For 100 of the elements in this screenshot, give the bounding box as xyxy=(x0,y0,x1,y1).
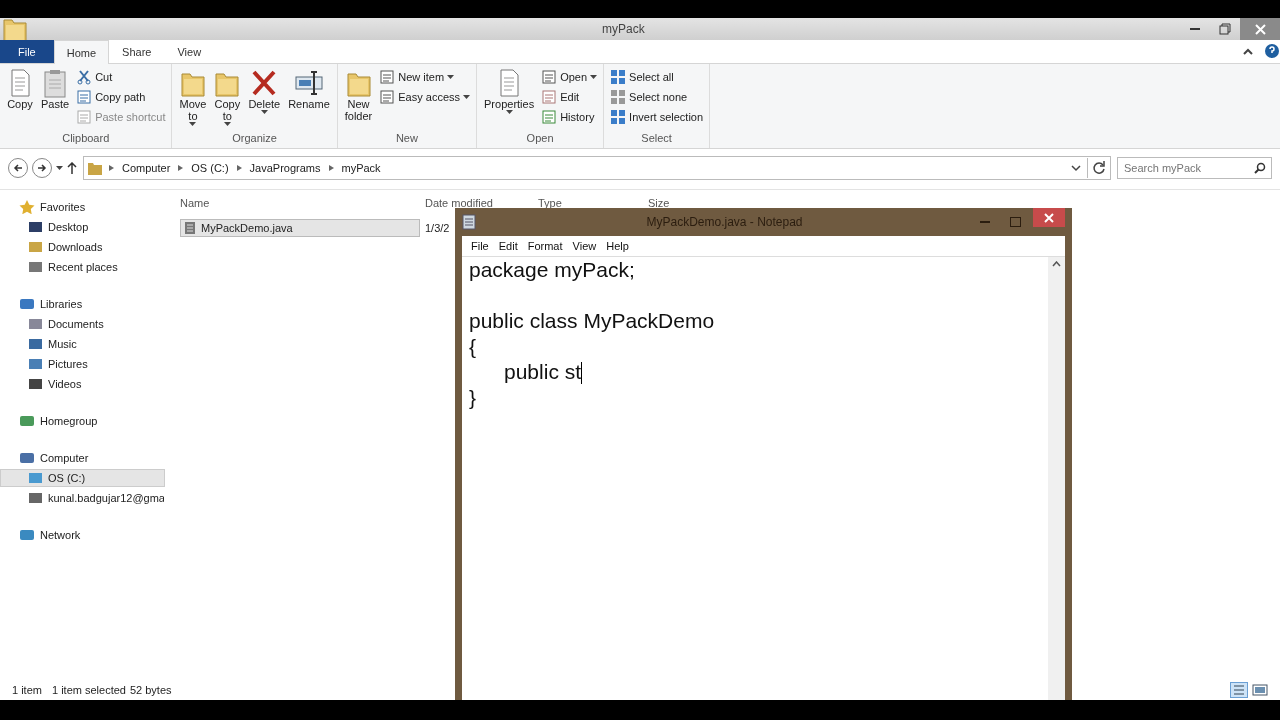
new-item-icon xyxy=(379,69,396,85)
ribbon-button[interactable]: Cut xyxy=(74,68,168,86)
ribbon-button[interactable]: Copy to xyxy=(211,66,244,132)
ribbon-button[interactable]: Delete xyxy=(245,66,284,132)
search-field[interactable]: Search myPack xyxy=(1117,157,1272,179)
notepad-icon xyxy=(462,214,476,230)
breadcrumb-item[interactable]: Computer xyxy=(120,162,173,174)
chevron-icon xyxy=(236,165,242,171)
folder-icon xyxy=(87,160,103,176)
item-count: 1 item xyxy=(12,684,42,696)
nav-item[interactable]: Network xyxy=(0,526,165,544)
file-menu-tab[interactable]: File xyxy=(0,40,54,63)
nav-icon xyxy=(19,451,35,465)
ribbon-button[interactable]: New item xyxy=(377,68,473,86)
nav-item[interactable]: Libraries xyxy=(0,295,165,313)
group-label: Select xyxy=(640,132,673,146)
nav-item[interactable]: kunal.badgujar12@gma xyxy=(0,489,165,507)
ribbon-button[interactable]: Paste xyxy=(38,66,73,132)
caret-icon xyxy=(223,122,231,126)
nav-icon xyxy=(19,528,35,542)
nav-icon xyxy=(28,357,43,371)
ribbon-button[interactable]: Edit xyxy=(539,88,600,106)
nav-item[interactable]: Downloads xyxy=(0,238,165,256)
nav-item[interactable]: Documents xyxy=(0,315,165,333)
scrollbar[interactable] xyxy=(1048,257,1065,700)
selection-size: 52 bytes xyxy=(129,684,172,696)
notepad-title: MyPackDemo.java - Notepad xyxy=(645,215,804,229)
select-none-icon xyxy=(610,89,627,105)
close-button[interactable] xyxy=(1033,208,1065,227)
file-row[interactable]: MyPackDemo.java xyxy=(180,219,420,237)
breadcrumb-item[interactable]: JavaPrograms xyxy=(247,162,323,174)
column-header[interactable]: Size xyxy=(648,197,708,209)
close-icon xyxy=(1254,23,1266,35)
column-header[interactable]: Name xyxy=(180,197,425,209)
chevron-icon xyxy=(109,165,114,171)
breadcrumb-item[interactable]: OS (C:) xyxy=(189,162,231,174)
nav-item[interactable]: Recent places xyxy=(0,258,165,276)
group-label: Organize xyxy=(231,132,278,146)
menu-item[interactable]: Help xyxy=(601,240,634,252)
nav-icon xyxy=(19,297,35,311)
selection-count: 1 item selected xyxy=(51,684,126,696)
back-button[interactable] xyxy=(8,158,28,178)
paste-shortcut-icon xyxy=(76,109,93,125)
ribbon-tab[interactable]: Home xyxy=(53,40,110,64)
dropdown-icon[interactable] xyxy=(1071,164,1081,172)
ribbon-tab[interactable]: View xyxy=(164,40,215,63)
ribbon-button[interactable]: Move to xyxy=(176,66,210,132)
large-icons-view-icon[interactable] xyxy=(1252,682,1268,698)
caret-icon xyxy=(447,75,455,79)
file-icon xyxy=(183,221,197,235)
group-label: New xyxy=(394,132,419,146)
edit-icon xyxy=(541,89,558,105)
ribbon-tab[interactable]: Share xyxy=(109,40,165,63)
address-bar[interactable]: Computer OS (C:) JavaPrograms myPack xyxy=(83,156,1111,180)
ribbon-button[interactable]: Properties xyxy=(481,66,538,132)
nav-item[interactable]: Desktop xyxy=(0,218,165,236)
ribbon-button[interactable]: Copy xyxy=(4,66,36,132)
caret-icon xyxy=(56,166,63,170)
clipboard-icon xyxy=(42,68,69,98)
caret-icon xyxy=(505,110,513,114)
group-label: Open xyxy=(525,132,555,146)
nav-item[interactable]: OS (C:) xyxy=(0,469,165,487)
search-icon[interactable] xyxy=(1254,162,1266,174)
forward-button[interactable] xyxy=(32,158,52,178)
breadcrumb-item[interactable]: myPack xyxy=(339,162,383,174)
menu-item[interactable]: View xyxy=(567,240,602,252)
ribbon-button[interactable]: History xyxy=(539,108,600,126)
scroll-up-icon[interactable] xyxy=(1052,261,1061,267)
ribbon-button[interactable]: Select all xyxy=(608,68,706,86)
ribbon-button[interactable]: Invert selection xyxy=(608,108,706,126)
select-all-icon xyxy=(610,69,627,85)
nav-item[interactable]: Videos xyxy=(0,375,165,393)
nav-item[interactable]: Favorites xyxy=(0,198,165,216)
minimize-icon xyxy=(980,220,990,224)
minimize-icon xyxy=(1190,27,1200,31)
ribbon-button[interactable]: Select none xyxy=(608,88,706,106)
menu-item[interactable]: Edit xyxy=(493,240,523,252)
nav-icon xyxy=(28,471,43,485)
ribbon-button[interactable]: Copy path xyxy=(74,88,168,106)
back-arrow-icon xyxy=(13,163,23,173)
nav-icon xyxy=(28,377,43,391)
ribbon-button[interactable]: Open xyxy=(539,68,600,86)
nav-icon xyxy=(28,260,43,274)
up-arrow-icon[interactable] xyxy=(67,162,77,174)
column-header[interactable]: Date modified xyxy=(425,197,538,209)
nav-item[interactable]: Pictures xyxy=(0,355,165,373)
nav-icon xyxy=(28,337,43,351)
ribbon-button[interactable]: New folder xyxy=(341,66,376,132)
nav-item[interactable]: Computer xyxy=(0,449,165,467)
ribbon-button[interactable]: Easy access xyxy=(377,88,473,106)
menu-item[interactable]: Format xyxy=(522,240,568,252)
maximize-icon xyxy=(1009,217,1021,227)
menu-item[interactable]: File xyxy=(466,240,494,252)
nav-item[interactable]: Music xyxy=(0,335,165,353)
window-title: myPack xyxy=(602,22,646,36)
column-header[interactable]: Type xyxy=(538,197,648,209)
ribbon-button[interactable]: Rename xyxy=(285,66,333,132)
nav-item[interactable]: Homegroup xyxy=(0,412,165,430)
restore-icon xyxy=(1219,23,1231,35)
caret-icon xyxy=(260,110,268,114)
